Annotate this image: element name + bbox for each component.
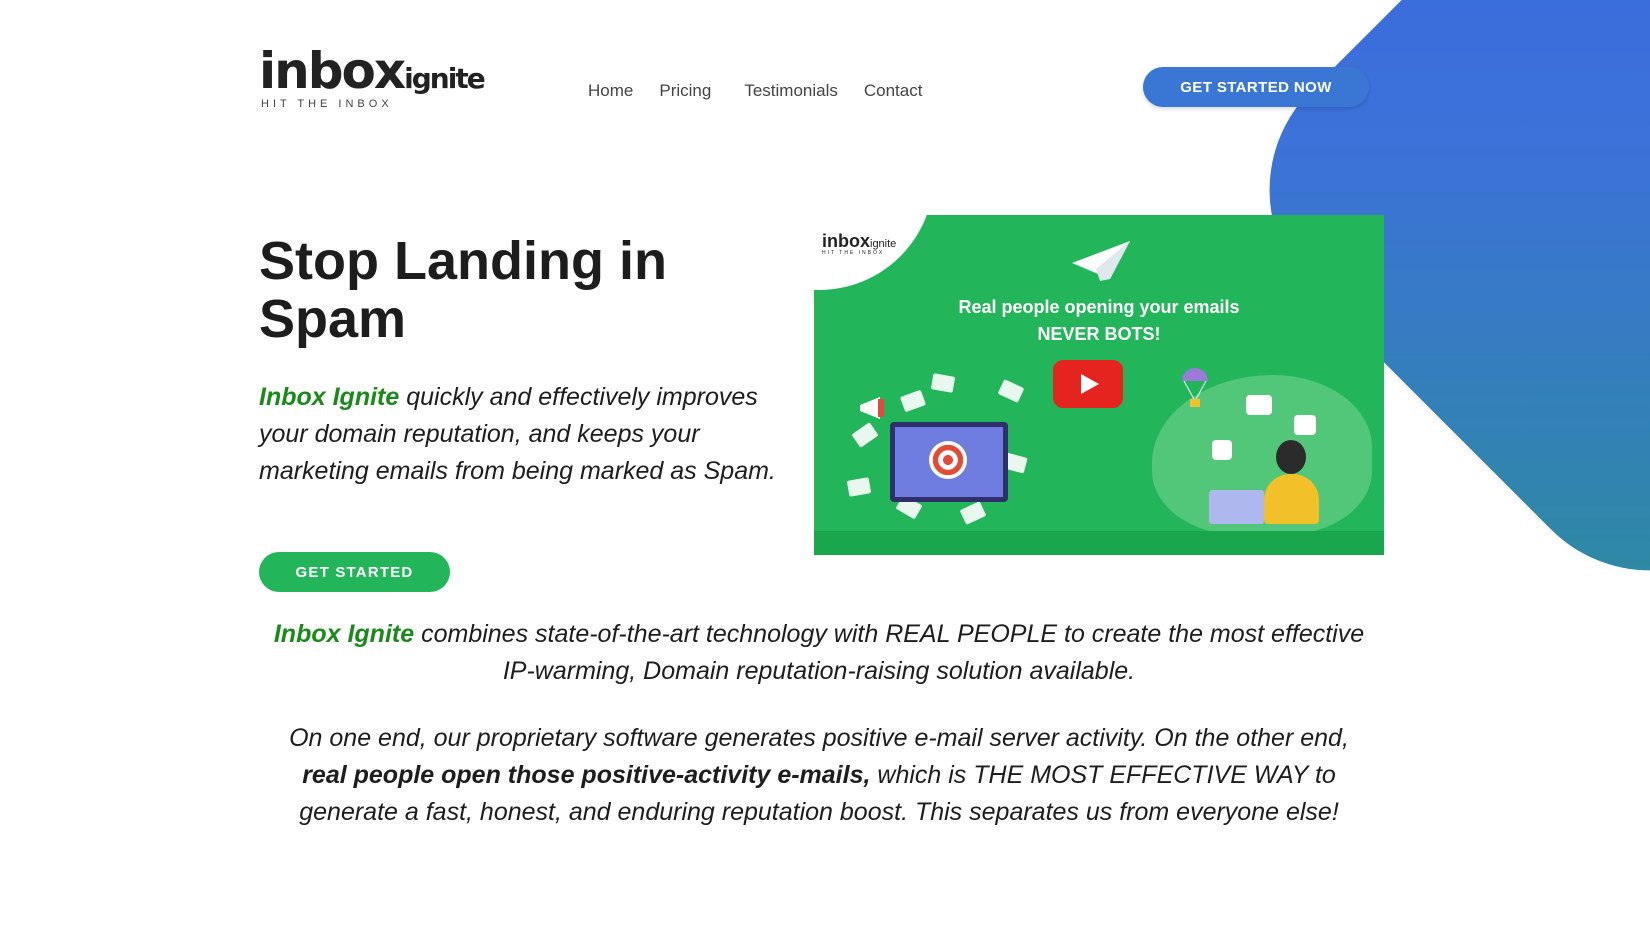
hero-intro: Inbox Ignite quickly and effectively imp… bbox=[259, 379, 799, 490]
video-logo: inboxignite HIT THE INBOX bbox=[822, 231, 897, 256]
nav-testimonials[interactable]: Testimonials bbox=[744, 81, 838, 101]
paper-icon bbox=[899, 389, 927, 413]
about-paragraph-2-start: On one end, our proprietary software gen… bbox=[289, 724, 1349, 752]
target-icon bbox=[929, 441, 967, 479]
about-paragraph-2: On one end, our proprietary software gen… bbox=[264, 720, 1374, 831]
logo-wordmark: inboxignite bbox=[259, 42, 486, 100]
about-paragraph-1-text: combines state-of-the-art technology wit… bbox=[414, 620, 1365, 685]
video-headline: Real people opening your emails NEVER BO… bbox=[958, 297, 1240, 344]
video-bottom-bar bbox=[814, 531, 1384, 555]
nav-home[interactable]: Home bbox=[588, 81, 633, 101]
logo-tagline: HIT THE INBOX bbox=[261, 98, 393, 110]
play-icon[interactable] bbox=[1053, 360, 1123, 408]
paper-plane-icon bbox=[1072, 241, 1130, 281]
get-started-button[interactable]: GET STARTED bbox=[259, 552, 450, 592]
hero-title: Stop Landing in Spam bbox=[259, 231, 667, 349]
get-started-now-button[interactable]: GET STARTED NOW bbox=[1143, 67, 1369, 107]
chat-bubble-icon bbox=[1246, 395, 1272, 415]
paper-icon bbox=[997, 379, 1025, 403]
paper-icon bbox=[959, 501, 987, 525]
video-player[interactable]: inboxignite HIT THE INBOX Real people op… bbox=[814, 215, 1384, 555]
brand-name: Inbox Ignite bbox=[273, 620, 415, 648]
about-paragraph-2-emphasis: real people open those positive-activity… bbox=[302, 761, 871, 789]
megaphone-icon bbox=[860, 397, 884, 419]
laptop-illustration bbox=[1209, 490, 1264, 524]
brand-name: Inbox Ignite bbox=[259, 383, 400, 411]
nav-pricing[interactable]: Pricing bbox=[659, 81, 711, 101]
parachute-icon bbox=[1182, 368, 1208, 407]
phone-bubble-icon bbox=[1212, 440, 1232, 460]
paper-icon bbox=[851, 422, 879, 448]
paper-icon bbox=[846, 477, 872, 497]
support-agent-illustration bbox=[1264, 440, 1319, 524]
paper-icon bbox=[930, 373, 956, 393]
monitor-illustration bbox=[890, 422, 1008, 502]
site-logo[interactable]: inboxignite HIT THE INBOX bbox=[259, 46, 489, 112]
about-paragraph-1: Inbox Ignite combines state-of-the-art t… bbox=[264, 616, 1374, 690]
question-bubble-icon bbox=[1294, 415, 1316, 435]
nav-contact[interactable]: Contact bbox=[864, 81, 923, 101]
main-nav: Home Pricing Testimonials Contact bbox=[588, 81, 948, 101]
